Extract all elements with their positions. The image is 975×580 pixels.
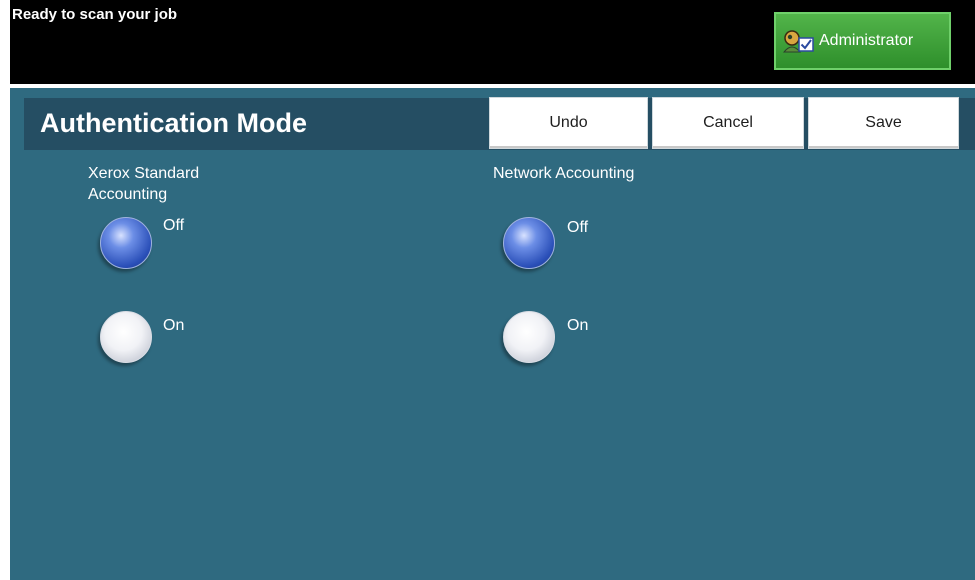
network-accounting-on-label: On: [567, 317, 589, 334]
device-screen: Ready to scan your job Administrator Aut…: [10, 0, 975, 580]
administrator-label: Administrator: [819, 32, 914, 49]
xerox-accounting-on-radio[interactable]: [100, 311, 152, 363]
page-title: Authentication Mode: [40, 108, 307, 138]
status-bar: Ready to scan your job Administrator: [10, 0, 975, 84]
cancel-button[interactable]: Cancel: [652, 97, 804, 149]
xerox-standard-accounting-label: Xerox Standard Accounting: [88, 165, 200, 203]
status-message: Ready to scan your job: [12, 6, 178, 23]
save-button[interactable]: Save: [808, 97, 959, 149]
network-accounting-off-radio[interactable]: [503, 217, 555, 269]
undo-button[interactable]: Undo: [489, 97, 648, 149]
xerox-accounting-on-label: On: [163, 317, 185, 334]
xerox-accounting-off-radio[interactable]: [100, 217, 152, 269]
network-accounting-off-label: Off: [567, 219, 589, 236]
xerox-accounting-off-label: Off: [163, 217, 185, 234]
network-accounting-label: Network Accounting: [493, 165, 635, 182]
header-divider: [10, 84, 975, 88]
administrator-button[interactable]: Administrator: [774, 12, 951, 70]
administrator-icon: [782, 30, 814, 53]
network-accounting-on-radio[interactable]: [503, 311, 555, 363]
